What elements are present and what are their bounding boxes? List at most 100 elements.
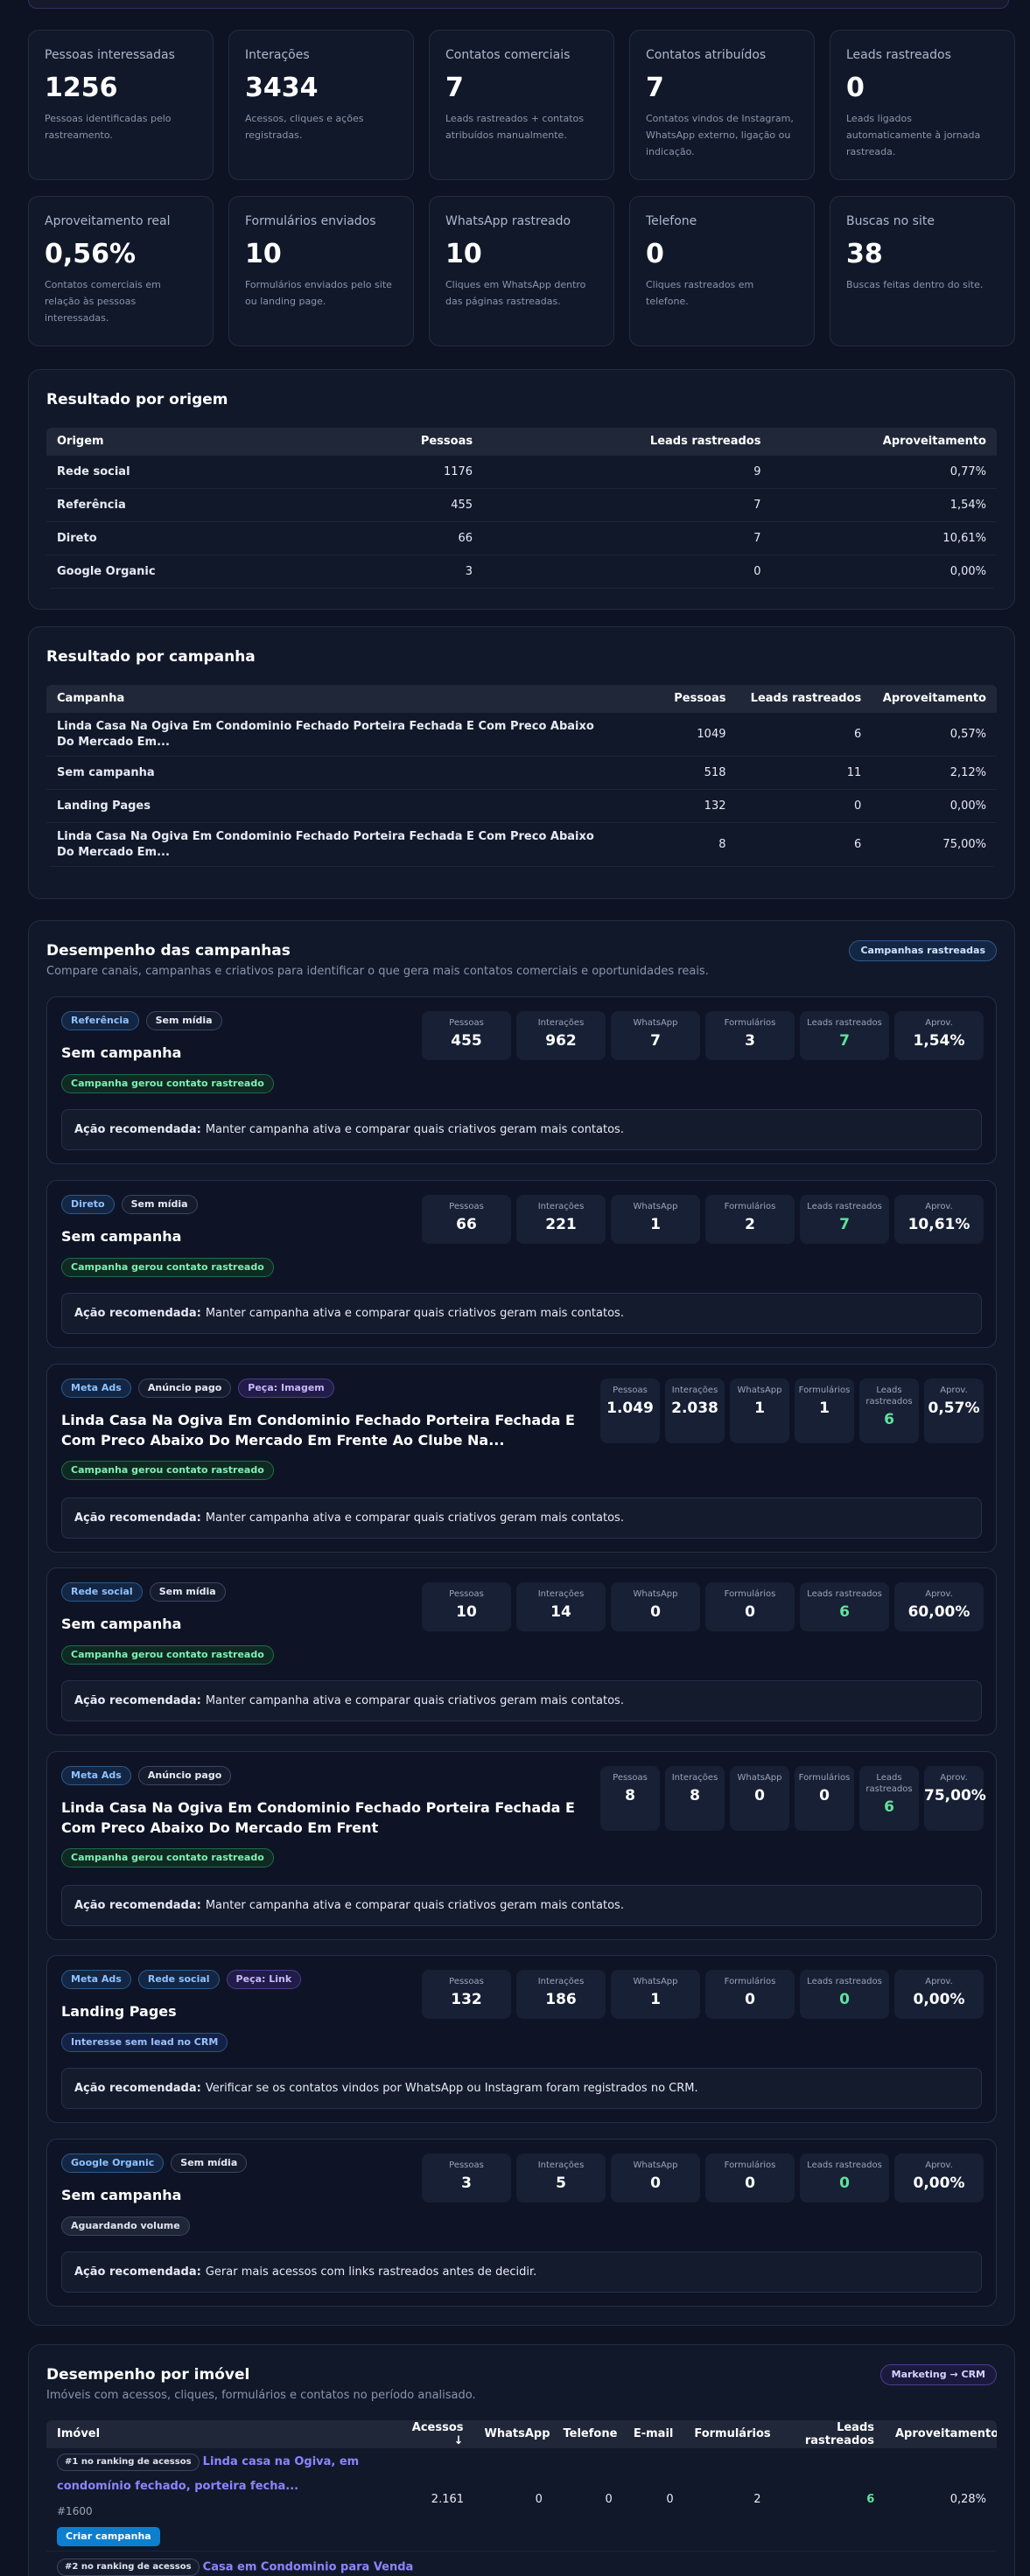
campaign-status-badge: Campanha gerou contato rastreado [61, 1848, 274, 1867]
metric-box: WhatsApp 7 [611, 1011, 700, 1060]
metric-box: WhatsApp 0 [730, 1766, 789, 1831]
kpi-card: WhatsApp rastreado 10 Cliques em WhatsApp … [429, 196, 614, 346]
metric-value: 6 [884, 1411, 894, 1428]
kpi-description: Leads ligados automaticamente à jornada … [846, 113, 981, 157]
metric-label: Pessoas [613, 1773, 648, 1783]
campaign-metrics: Pessoas 66 Interações 221 WhatsApp 1 Formulári… [422, 1195, 984, 1244]
campaign-tag: Meta Ads [61, 1970, 131, 1989]
cell-accesses: 2.161 [431, 2493, 465, 2506]
campaign-tag: Referência [61, 1011, 139, 1030]
metric-value: 1 [650, 1991, 661, 2008]
metric-box: Leads rastreados 7 [800, 1011, 889, 1060]
metric-label: Interações [671, 1386, 718, 1395]
campaign-tag: Rede social [61, 1582, 143, 1602]
campaign-tags: Google Organic Sem mídia [61, 2154, 248, 2173]
table-header: Imóvel Acessos ↓ WhatsApp Telefone E-mai… [46, 2420, 997, 2448]
metric-label: Pessoas [613, 1386, 648, 1395]
metric-value: 1 [819, 1400, 830, 1417]
table-cell: 3 [465, 564, 473, 578]
kpi-label: Leads rastreados [846, 48, 951, 62]
table-cell: 6 [853, 727, 862, 741]
metric-box: Interações 962 [516, 1011, 606, 1060]
metric-value: 1.049 [606, 1400, 654, 1417]
table-cell: 1049 [697, 727, 726, 741]
kpi-value: 1256 [45, 73, 118, 103]
metric-box: Interações 221 [516, 1195, 606, 1244]
metric-label: Interações [537, 1977, 585, 1986]
metric-box: WhatsApp 0 [611, 2154, 700, 2203]
campaign-title: Linda Casa Na Ogiva Em Condominio Fechad… [61, 1799, 575, 1836]
column-header: Aproveitamento [882, 435, 986, 448]
kpi-value: 10 [245, 239, 282, 269]
create-campaign-button[interactable]: Criar campanha [57, 2527, 160, 2546]
campaign-status-badge: Interesse sem lead no CRM [61, 2033, 228, 2052]
campaign-tags: Referência Sem mídia [61, 1011, 222, 1030]
recommended-action-label: Ação recomendada: [74, 2082, 201, 2095]
metric-label: Aprov. [940, 1386, 968, 1395]
table-row: Sem campanha 518 11 2,12% [46, 757, 997, 790]
metric-value: 6 [839, 1603, 850, 1621]
col-whatsapp: WhatsApp [484, 2427, 550, 2440]
metric-box: Formulários 0 [705, 1582, 795, 1631]
metric-value: 0 [650, 2175, 661, 2192]
col-accesses-sort[interactable]: Acessos ↓ [391, 2421, 474, 2447]
kpi-card: Formulários enviados 10 Formulários enviad… [228, 196, 414, 346]
metric-box: Leads rastreados 6 [800, 1582, 889, 1631]
metric-value: 0 [745, 1603, 755, 1621]
metric-label: WhatsApp [633, 2161, 678, 2170]
table-row: Direto 66 7 10,61% [46, 522, 997, 555]
column-header: Leads rastreados [750, 692, 862, 705]
campaign-tag: Rede social [137, 1970, 220, 1989]
metric-label: Leads rastreados [807, 1202, 882, 1211]
rank-badge: #1 no ranking de acessos [57, 2453, 200, 2471]
metric-box: Aprov. 60,00% [894, 1582, 984, 1631]
table-cell: 132 [704, 799, 726, 813]
kpi-value: 0 [646, 239, 664, 269]
metric-box: Formulários 1 [795, 1379, 854, 1443]
campaign-title: Sem campanha [61, 1044, 182, 1061]
table-cell: Google Organic [57, 564, 156, 578]
metric-label: Pessoas [449, 1018, 484, 1028]
kpi-label: Formulários enviados [245, 214, 376, 228]
metric-box: Leads rastreados 6 [859, 1766, 919, 1831]
metric-label: Leads rastreados [807, 2161, 882, 2170]
metric-box: Aprov. 10,61% [894, 1195, 984, 1244]
table-row: #2 no ranking de acessos Casa em Condomi… [46, 2552, 997, 2576]
kpi-description: Acessos, cliques e ações registradas. [245, 113, 364, 141]
kpi-value: 7 [445, 73, 464, 103]
metric-box: Pessoas 66 [422, 1195, 511, 1244]
campaign-tag: Sem mídia [121, 1195, 198, 1214]
metric-label: WhatsApp [633, 1589, 678, 1599]
kpi-card: Leads rastreados 0 Leads ligados automatic… [830, 30, 1015, 180]
marketing-crm-chip: Marketing → CRM [879, 2364, 997, 2385]
metric-box: Pessoas 3 [422, 2154, 511, 2203]
recommended-action: Ação recomendada: Manter campanha ativa e… [61, 1680, 982, 1721]
table-cell: 455 [451, 498, 473, 512]
metric-value: 0 [839, 1991, 850, 2008]
kpi-card: Buscas no site 38 Buscas feitas dentro do … [830, 196, 1015, 346]
recommended-action: Ação recomendada: Verificar se os contato… [61, 2068, 982, 2109]
property-link[interactable]: Casa em Condominio para Venda [203, 2561, 414, 2574]
metric-value: 3 [745, 1032, 755, 1050]
metric-value: 3 [461, 2175, 472, 2192]
metric-value: 0,00% [913, 1991, 965, 2008]
recommended-action-label: Ação recomendada: [74, 1511, 201, 1525]
table-row: Linda Casa Na Ogiva Em Condominio Fechad… [46, 823, 997, 867]
campaign-tags: Meta Ads Anúncio pago [61, 1766, 232, 1785]
campaign-tags: Meta Ads Rede social Peça: Link [61, 1970, 302, 1989]
metric-label: Leads rastreados [865, 1386, 913, 1407]
kpi-card: Telefone 0 Cliques rastreados em telefone. [629, 196, 815, 346]
metric-label: Interações [537, 1202, 585, 1211]
campaign-status-badge: Campanha gerou contato rastreado [61, 1461, 274, 1480]
metric-box: Formulários 2 [705, 1195, 795, 1244]
metric-box: Aprov. 0,00% [894, 1970, 984, 2019]
recommended-action: Ação recomendada: Manter campanha ativa e… [61, 1885, 982, 1926]
kpi-description: Pessoas identificadas pelo rastreamento. [45, 113, 172, 141]
kpi-row-1: Pessoas interessadas 1256 Pessoas identifi… [28, 30, 1015, 180]
kpi-label: Aproveitamento real [45, 214, 171, 228]
campaign-tag: Sem mídia [145, 1011, 222, 1030]
table-row: Referência 455 7 1,54% [46, 489, 997, 522]
table-cell: 0,77% [949, 464, 986, 478]
kpi-description: Formulários enviados pelo site ou landin… [245, 279, 392, 307]
campaign-metrics: Pessoas 1.049 Interações 2.038 WhatsApp 1 Form… [600, 1379, 984, 1443]
